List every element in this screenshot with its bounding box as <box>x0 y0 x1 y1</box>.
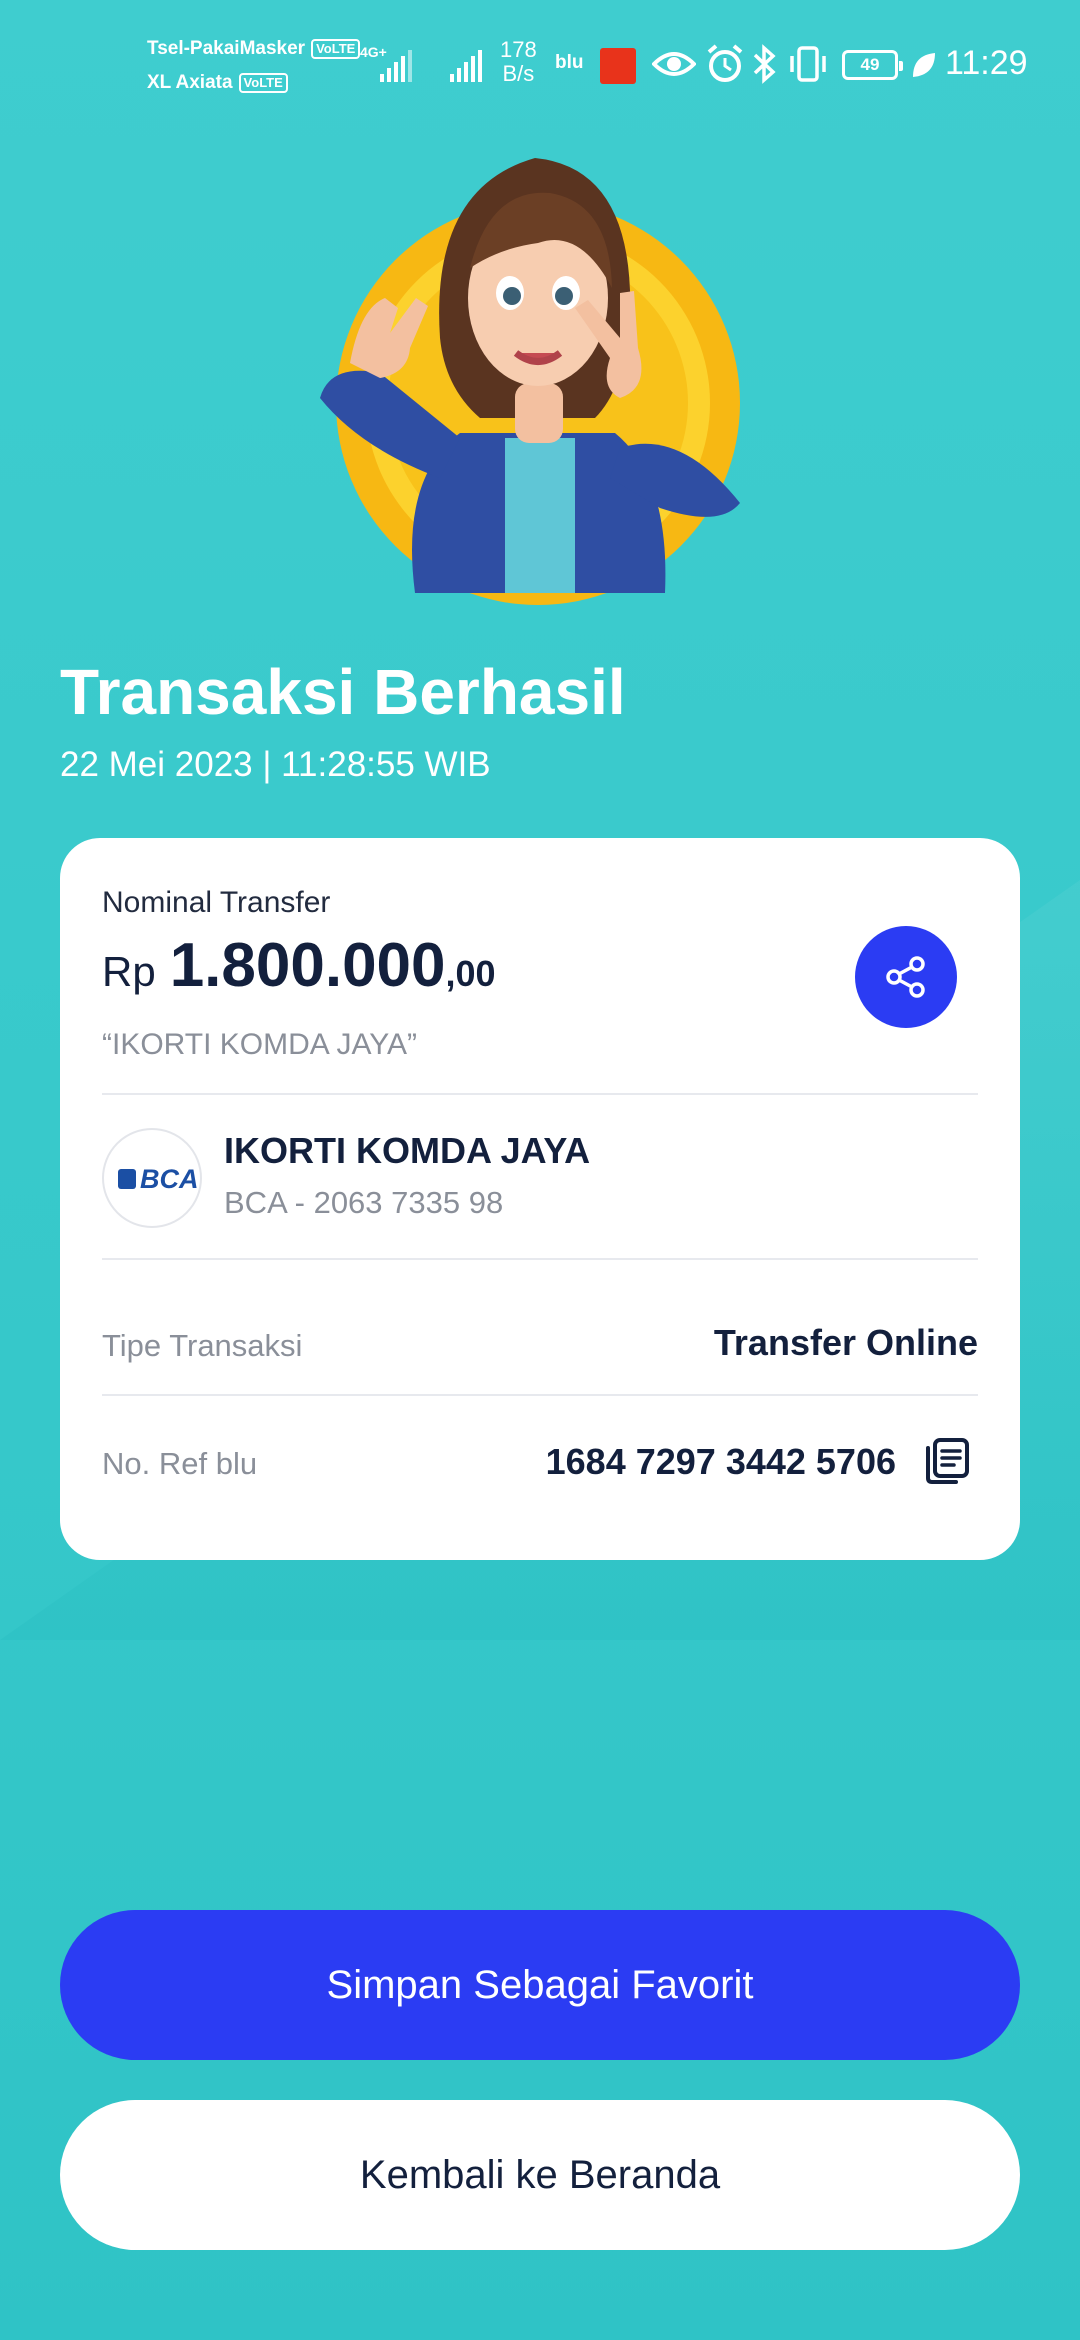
bca-mark-icon <box>118 1169 136 1189</box>
leaf-icon <box>913 53 935 77</box>
divider <box>102 1258 978 1260</box>
clock: 11:29 <box>945 44 1028 82</box>
transaction-type-value: Transfer Online <box>713 1322 978 1363</box>
signal-icon <box>380 48 412 82</box>
save-favorite-button[interactable]: Simpan Sebagai Favorit <box>60 1910 1020 2060</box>
vibrate-icon <box>790 46 826 82</box>
share-icon <box>886 956 925 998</box>
share-button[interactable] <box>855 926 957 1028</box>
divider <box>102 1394 978 1396</box>
page-title: Transaksi Berhasil <box>60 656 626 728</box>
carrier-2: XL Axiata VoLTE <box>147 72 288 94</box>
transaction-type-label: Tipe Transaksi <box>102 1328 303 1363</box>
blu-notification-icon: blu <box>555 52 584 73</box>
transfer-amount: Rp 1.800.000,00 <box>102 931 496 1000</box>
amount-label: Nominal Transfer <box>102 886 331 919</box>
alarm-icon <box>707 44 743 82</box>
signal-icon <box>450 48 482 82</box>
copy-icon <box>926 1438 969 1484</box>
shop-notification-icon <box>600 48 636 84</box>
back-to-home-button[interactable]: Kembali ke Beranda <box>60 2100 1020 2250</box>
status-bar: Tsel-PakaiMasker VoLTE XL Axiata VoLTE 4G+… <box>0 0 1080 130</box>
reference-label: No. Ref blu <box>102 1446 258 1481</box>
mascot-illustration <box>320 158 740 605</box>
transaction-datetime: 22 Mei 2023 | 11:28:55 WIB <box>60 745 491 784</box>
recipient-name: IKORTI KOMDA JAYA <box>224 1130 591 1171</box>
carrier-1: Tsel-PakaiMasker VoLTE <box>147 38 361 60</box>
eye-icon <box>652 52 696 76</box>
volte-badge: VoLTE <box>311 38 361 59</box>
bank-logo: BCA <box>102 1128 202 1228</box>
reference-number: 1684 7297 3442 5706 <box>545 1441 896 1482</box>
divider <box>102 1093 978 1095</box>
bluetooth-icon <box>753 44 776 84</box>
copy-reference-button[interactable] <box>920 1434 974 1488</box>
network-speed: 178 B/s <box>500 37 537 86</box>
transfer-note: “IKORTI KOMDA JAYA” <box>102 1028 418 1061</box>
battery-indicator: 49 <box>842 50 903 80</box>
recipient-account: BCA - 2063 7335 98 <box>224 1185 504 1220</box>
receipt-card: Nominal Transfer Rp 1.800.000,00 “IKORTI … <box>60 838 1020 1560</box>
volte-badge: VoLTE <box>238 72 288 93</box>
